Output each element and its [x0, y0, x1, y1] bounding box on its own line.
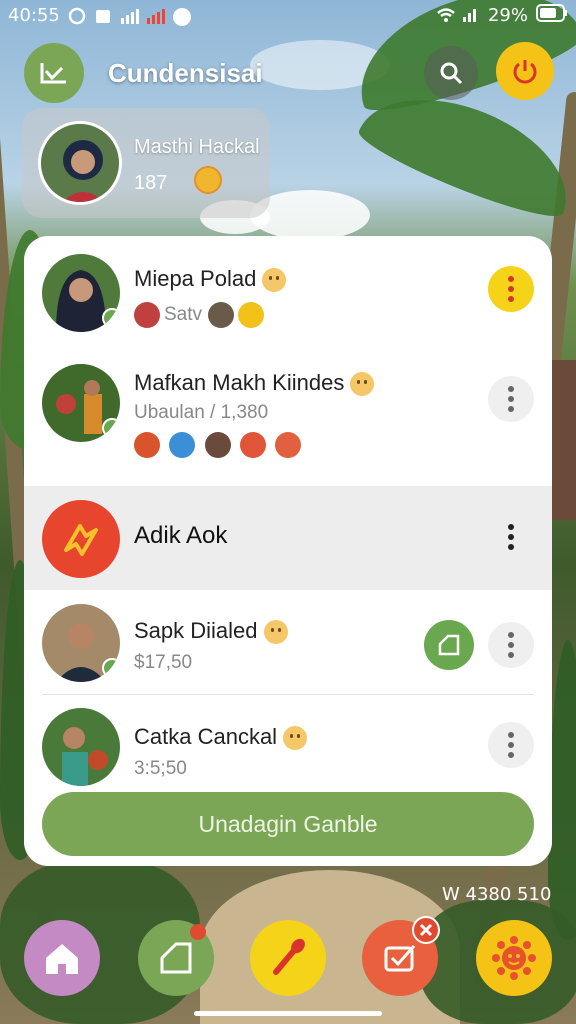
profile-avatar: [38, 121, 122, 205]
list-item-name: Miepa Polad: [134, 266, 257, 291]
signal-icon: [120, 7, 139, 24]
divider: [42, 694, 534, 695]
stat-readout: W 4380 510: [442, 884, 552, 905]
checkbox-icon: [384, 945, 416, 972]
list-item-name: Mafkan Makh Kiindes: [134, 370, 345, 395]
sun-face-icon: [492, 936, 536, 980]
list-item-subtitle: Ubaulan / 1,380: [134, 402, 269, 423]
more-options-button[interactable]: [488, 622, 534, 668]
power-icon: [513, 60, 537, 84]
battery-percent: 29%: [487, 4, 528, 26]
medal-icon: [194, 166, 222, 194]
sign-icon: [64, 524, 98, 556]
signal-alert-icon: [146, 7, 165, 24]
list-item-subtitle: Satv: [164, 304, 203, 325]
avatar: [42, 604, 120, 682]
search-icon: [440, 62, 463, 85]
smile-emoji-icon: [262, 268, 287, 293]
list-item-selected[interactable]: Adik Aok: [24, 486, 552, 590]
star-badge-icon: [238, 302, 265, 328]
app-header: Cundensisai: [24, 42, 554, 104]
status-time: 40:55: [8, 4, 60, 26]
smile-emoji-icon: [263, 620, 288, 645]
more-options-button[interactable]: [488, 514, 534, 560]
close-icon[interactable]: [412, 916, 440, 944]
smile-emoji-icon: [350, 372, 375, 397]
power-button[interactable]: [496, 42, 554, 100]
mini-avatar: [204, 432, 231, 458]
nav-profile-button[interactable]: [476, 920, 552, 996]
list-item-subtitle: 3:5;50: [134, 758, 187, 779]
page-title: Cundensisai: [108, 57, 263, 88]
more-options-button[interactable]: [488, 722, 534, 768]
primary-action-button[interactable]: Unadagin Ganble: [42, 792, 534, 856]
list-item[interactable]: Mafkan Makh Kiindes Ubaulan / 1,380: [24, 346, 552, 486]
contacts-panel: Miepa Polad Satv Mafkan Makh Kiindes Uba…: [24, 236, 552, 866]
share-icon: [438, 634, 460, 656]
more-options-button[interactable]: [488, 376, 534, 422]
more-options-button[interactable]: [488, 266, 534, 312]
nav-checklist-button[interactable]: [362, 916, 440, 996]
verified-badge-icon: [102, 308, 120, 328]
mini-avatar: [208, 302, 235, 328]
tools-icon: [169, 432, 196, 458]
list-item-name: Adik Aok: [134, 522, 228, 549]
tag-icons: [134, 432, 305, 458]
status-bar: 40:55 29%: [0, 0, 576, 30]
nav-tool-button[interactable]: [250, 920, 326, 996]
app-status-icon: [172, 7, 191, 26]
list-item[interactable]: Miepa Polad Satv: [24, 236, 552, 346]
wifi-icon: [436, 7, 455, 23]
search-button[interactable]: [424, 46, 478, 100]
calendar-icon: [94, 7, 112, 23]
profile-name: Masthi Hackal: [134, 136, 260, 158]
avatar: [42, 708, 120, 786]
profile-card[interactable]: Masthi Hackal 187: [22, 108, 270, 218]
plant-badge-icon: [102, 418, 120, 438]
stats-button[interactable]: [24, 43, 84, 103]
leaf-badge-icon: [102, 658, 120, 678]
share-button[interactable]: [424, 620, 474, 670]
mini-avatar: [134, 302, 160, 328]
nav-home-button[interactable]: [24, 920, 100, 996]
battery-icon: [536, 3, 568, 27]
smile-emoji-icon: [283, 726, 308, 751]
list-item[interactable]: Catka Canckal 3:5;50: [24, 696, 552, 786]
nav-tasks-button[interactable]: [138, 920, 214, 996]
list-icon: [275, 432, 302, 458]
notification-dot-icon: [190, 924, 206, 940]
home-indicator[interactable]: [194, 1011, 382, 1016]
list-item-name: Catka Canckal: [134, 724, 278, 749]
notification-icon: [68, 7, 86, 25]
edit-icon: [160, 942, 192, 974]
chart-icon: [40, 63, 66, 84]
shovel-icon: [273, 938, 305, 975]
avatar: [42, 500, 120, 578]
home-icon: [46, 944, 78, 974]
avatar: [42, 254, 120, 332]
list-item-subtitle: $17,50: [134, 652, 193, 673]
cell-signal-icon: [462, 7, 480, 23]
list-item-name: Sapk Diialed: [134, 618, 258, 643]
list-item[interactable]: Sapk Diialed $17,50: [24, 590, 552, 694]
fruit-icon: [134, 432, 160, 458]
shop-icon: [239, 432, 266, 458]
profile-count: 187: [134, 172, 168, 194]
avatar: [42, 364, 120, 442]
